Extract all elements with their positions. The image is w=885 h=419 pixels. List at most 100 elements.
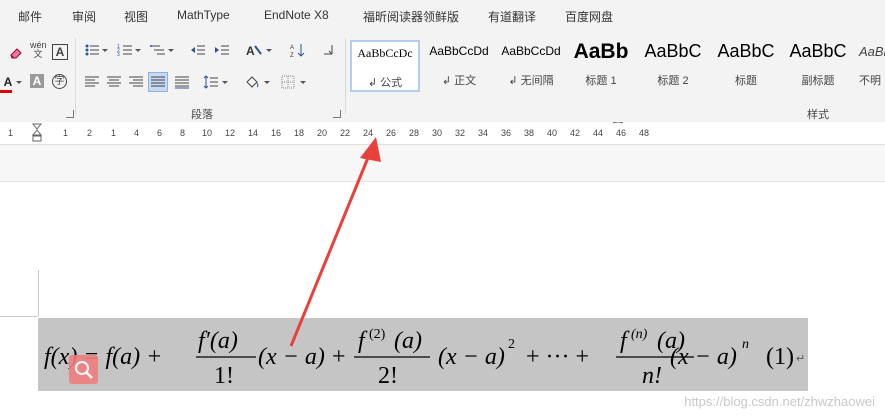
ruler-number: 38	[524, 128, 535, 138]
tab-foxit[interactable]: 福昕阅读器领鲜版	[363, 8, 459, 25]
taylor-series-equation[interactable]: f(x) = f(a) + f′(a) 1! (x − a) + f (2) (…	[38, 318, 808, 391]
chevron-down-icon[interactable]	[264, 81, 270, 84]
ruler-number: 48	[639, 128, 650, 138]
ruler-number: 36	[501, 128, 512, 138]
group-divider	[345, 38, 346, 114]
ruler-number: 22	[340, 128, 351, 138]
equation-lhs: f(x) = f(a) +	[44, 344, 162, 370]
character-shading-icon[interactable]: A	[30, 74, 44, 88]
tab-view[interactable]: 视图	[124, 8, 148, 25]
phonetic-guide-icon[interactable]: wén 文	[30, 41, 47, 59]
eraser-icon[interactable]	[8, 44, 24, 60]
tab-mailings[interactable]: 邮件	[18, 8, 42, 25]
style-unclear[interactable]: AaBb 不明	[855, 40, 885, 92]
ruler-number: 6	[157, 128, 163, 138]
style-heading-1[interactable]: AaBb 标题 1	[566, 40, 636, 92]
ruler-number: 44	[593, 128, 604, 138]
bullets-icon[interactable]	[84, 42, 100, 58]
tab-mathtype[interactable]: MathType	[177, 8, 230, 22]
equation-number: (1)	[766, 344, 794, 370]
ruler-number: 34	[478, 128, 489, 138]
ruler-number: 18	[294, 128, 305, 138]
tab-youdao[interactable]: 有道翻译	[488, 8, 536, 25]
term2-power: 2	[508, 337, 515, 352]
term1-denominator: 1!	[214, 363, 234, 389]
ellipsis: + ··· +	[526, 344, 589, 370]
horizontal-ruler[interactable]: 1 1 2 1 4 6 8 10 12 14 16 18 20 22 24 26…	[0, 122, 885, 145]
ruler-number: 10	[202, 128, 213, 138]
svg-text:A: A	[290, 45, 294, 51]
text-boundary-horizontal	[0, 316, 38, 317]
group-divider	[75, 38, 76, 114]
ruler-number: 4	[134, 128, 140, 138]
menu-bar: 邮件 审阅 视图 MathType EndNote X8 福昕阅读器领鲜版 有道…	[0, 0, 885, 32]
ruler-number: 2	[87, 128, 93, 138]
ruler-number: 42	[570, 128, 581, 138]
ruler-number: 40	[547, 128, 558, 138]
borders-icon[interactable]	[280, 74, 296, 90]
character-border-icon[interactable]: A	[52, 44, 68, 60]
termn-factor: (x − a)	[670, 344, 737, 370]
chevron-down-icon[interactable]	[266, 49, 272, 52]
tab-review[interactable]: 审阅	[72, 8, 96, 25]
paint-bucket-icon[interactable]	[244, 74, 260, 90]
chevron-down-icon[interactable]	[16, 81, 22, 84]
svg-text:Z: Z	[290, 53, 294, 58]
ruler-number: 46	[616, 128, 627, 138]
sort-icon[interactable]: AZ	[290, 42, 306, 58]
style-no-spacing[interactable]: AaBbCcDd ↲ 无间隔	[496, 40, 566, 92]
numbering-icon[interactable]: 123	[117, 42, 133, 58]
watermark-url: https://blog.csdn.net/zhwzhaowei	[684, 394, 875, 409]
svg-text:A: A	[246, 44, 255, 58]
ruler-number: 1	[8, 128, 14, 138]
line-spacing-icon[interactable]	[203, 74, 219, 90]
ruler-number: 26	[386, 128, 397, 138]
style-formula[interactable]: AaBbCcDc ↲ 公式	[350, 40, 420, 92]
chevron-down-icon[interactable]	[300, 81, 306, 84]
ruler-number: 30	[432, 128, 443, 138]
termn-func: f	[620, 328, 630, 354]
termn-power: n	[742, 337, 749, 352]
chevron-down-icon[interactable]	[135, 49, 141, 52]
style-subtitle[interactable]: AaBbC 副标题	[783, 40, 853, 92]
chevron-down-icon[interactable]	[102, 49, 108, 52]
style-normal[interactable]: AaBbCcDd ↲ 正文	[424, 40, 494, 92]
paragraph-dialog-launcher-icon[interactable]	[333, 110, 341, 118]
ribbon: wén 文 A A A 字 123 A AZ 段落 AaBbCcDc ↲ 公式 …	[0, 32, 885, 123]
asian-layout-icon[interactable]: A	[245, 42, 262, 58]
plus-sign: +	[332, 344, 346, 370]
chevron-down-icon[interactable]	[168, 49, 174, 52]
increase-indent-icon[interactable]	[214, 42, 230, 58]
search-overlay-button[interactable]	[69, 355, 98, 384]
term2-factor: (x − a)	[438, 344, 505, 370]
show-formatting-icon[interactable]	[320, 42, 336, 58]
justify-icon[interactable]	[148, 72, 168, 92]
paragraph-group-label: 段落	[191, 109, 213, 121]
ruler-number: 24	[363, 128, 374, 138]
chevron-down-icon[interactable]	[222, 81, 228, 84]
multilevel-list-icon[interactable]	[150, 42, 166, 58]
font-color-icon[interactable]: A	[0, 74, 16, 90]
distributed-icon[interactable]	[174, 74, 190, 90]
align-right-icon[interactable]	[128, 74, 144, 90]
ruler-number: 1	[111, 128, 117, 138]
font-dialog-launcher-icon[interactable]	[66, 110, 74, 118]
ruler-number: 28	[409, 128, 420, 138]
align-center-icon[interactable]	[106, 74, 122, 90]
term1-numerator: f′(a)	[198, 328, 238, 354]
ruler-number: 12	[225, 128, 236, 138]
tab-baidu-netdisk[interactable]: 百度网盘	[565, 8, 613, 25]
ruler-number: 32	[455, 128, 466, 138]
search-icon	[75, 361, 93, 379]
equation-canvas: f(x) = f(a) + f′(a) 1! (x − a) + f (2) (…	[44, 327, 805, 389]
tab-endnote[interactable]: EndNote X8	[264, 8, 329, 22]
style-heading-2[interactable]: AaBbC 标题 2	[638, 40, 708, 92]
term2-arg: (a)	[394, 328, 422, 354]
style-title[interactable]: AaBbC 标题	[711, 40, 781, 92]
decrease-indent-icon[interactable]	[190, 42, 206, 58]
enclose-character-icon[interactable]: 字	[52, 74, 67, 89]
ruler-number: 16	[271, 128, 282, 138]
styles-group-label: 样式	[807, 109, 829, 121]
ruler-number: 8	[180, 128, 186, 138]
align-left-icon[interactable]	[84, 74, 100, 90]
